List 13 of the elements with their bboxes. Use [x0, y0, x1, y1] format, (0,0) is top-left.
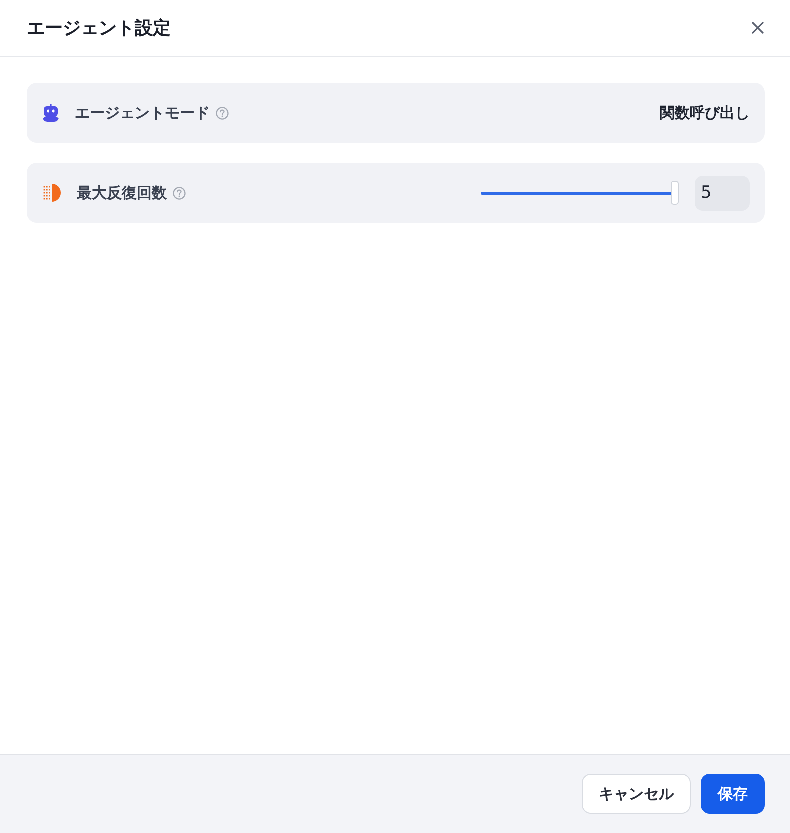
- help-icon[interactable]: [216, 106, 229, 120]
- save-button[interactable]: 保存: [701, 774, 765, 814]
- slider-handle[interactable]: [671, 181, 679, 205]
- robot-icon: [43, 104, 59, 122]
- setting-label: 最大反復回数: [77, 184, 167, 202]
- close-icon: [752, 22, 764, 34]
- half-circle-icon: [43, 184, 61, 202]
- help-icon[interactable]: [173, 186, 186, 200]
- setting-label: エージェントモード: [75, 104, 210, 122]
- dialog-title: エージェント設定: [27, 17, 171, 40]
- setting-value: 関数呼び出し: [660, 104, 750, 122]
- cancel-button[interactable]: キャンセル: [582, 774, 691, 814]
- number-field[interactable]: 5: [695, 176, 750, 210]
